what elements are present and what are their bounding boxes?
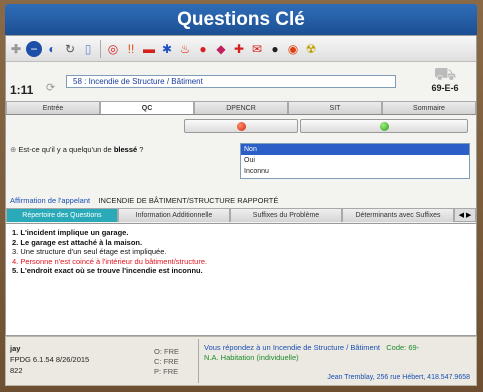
key-question: ⊕ Est-ce qu'il y a quelqu'un de blessé ? (10, 145, 143, 154)
status-divider (198, 339, 199, 383)
operator-number: 822 (10, 366, 23, 375)
previous-question-button[interactable] (184, 119, 298, 133)
frequency-line: C: FRE (154, 357, 179, 366)
exclamation-icon[interactable]: !! (123, 41, 139, 57)
add-icon[interactable]: ✚ (8, 41, 24, 57)
tab-additional-information[interactable]: Information Additionnelle (118, 208, 230, 222)
frequency-line: O: FRE (154, 347, 180, 356)
page-title: Questions Clé (5, 4, 477, 35)
target-icon[interactable]: ◎ (105, 41, 121, 57)
hazmat-icon[interactable]: ◆ (213, 41, 229, 57)
fire-icon[interactable]: ◉ (285, 41, 301, 57)
red-circle-icon (236, 121, 246, 131)
operator-info: jay FPDG 6.1.54 8/26/2015 822 (10, 343, 89, 376)
software-version: FPDG 6.1.54 8/26/2015 (10, 355, 90, 364)
globe-icon[interactable]: ◐ (44, 41, 60, 57)
toolbar: ✚ − ◐ ↻ ▯ ◎ !! ▬ ✱ ♨ ● ◆ ✚ ✉ ● ◉ ☢ (6, 36, 476, 62)
tab-qc[interactable]: QC (100, 101, 194, 114)
question-area: ⊕ Est-ce qu'il y a quelqu'un de blessé ?… (6, 137, 476, 185)
list-item: 5. L'endroit exact où se trouve l'incend… (12, 266, 203, 275)
tab-sit[interactable]: SIT (288, 101, 382, 114)
determinant-box: ⛟ 69-E-6 (420, 65, 470, 97)
question-prefix: Est-ce qu'il y a quelqu'un de (18, 145, 114, 154)
protocol-window: ✚ − ◐ ↻ ▯ ◎ !! ▬ ✱ ♨ ● ◆ ✚ ✉ ● ◉ ☢ 1:11 … (5, 35, 477, 336)
answer-option[interactable]: Non (241, 144, 469, 155)
bomb-icon[interactable]: ● (267, 41, 283, 57)
caller-statement: Affirmation de l'appelant INCENDIE DE BÂ… (10, 196, 278, 205)
tab-problem-suffixes[interactable]: Suffixes du Problème (230, 208, 342, 222)
toolbar-divider (100, 39, 101, 58)
question-suffix: ? (137, 145, 144, 154)
status-bar: jay FPDG 6.1.54 8/26/2015 822 O: FRE C: … (5, 336, 477, 386)
message-case: Incendie de Structure / Bâtiment (272, 343, 380, 352)
bottle-icon[interactable]: ▯ (80, 41, 96, 57)
mail-icon[interactable]: ✉ (249, 41, 265, 57)
message-prefix: Vous répondez à un (204, 343, 273, 352)
determinant-code: 69-E-6 (431, 83, 459, 93)
operator-name: jay (10, 344, 21, 353)
call-timer: 1:11 (10, 83, 34, 97)
answer-option[interactable]: Oui (241, 155, 469, 166)
main-tabs: Entrée QC DPENCR SIT Sommaire (6, 101, 476, 115)
list-item: 3. Une structure d'un seul étage est imp… (12, 247, 167, 256)
medical-icon[interactable]: ✚ (231, 41, 247, 57)
tab-question-directory[interactable]: Répertoire des Questions (6, 208, 118, 222)
flame-icon[interactable]: ♨ (177, 41, 193, 57)
list-item: 4. Personne n'est coincé à l'intérieur d… (12, 256, 208, 266)
tab-scroll-arrows[interactable]: ◀ ▶ (454, 208, 476, 222)
tab-determinants-suffixes[interactable]: Déterminants avec Suffixes (342, 208, 454, 222)
frequency-line: P: FRE (154, 367, 179, 376)
reset-timer-icon[interactable]: ⟳ (46, 81, 55, 94)
list-item: 1. L'incident implique un garage. (12, 228, 129, 237)
next-question-button[interactable] (300, 119, 468, 133)
response-vehicle-icon: ⛟ (433, 64, 457, 84)
response-message: Vous répondez à un Incendie de Structure… (204, 343, 472, 363)
message-line2: N.A. Habitation (individuelle) (204, 353, 299, 362)
remove-icon[interactable]: − (26, 40, 42, 57)
drop-icon[interactable]: ● (195, 41, 211, 57)
question-bullet: ⊕ (10, 145, 17, 154)
refresh-icon[interactable]: ↻ (62, 41, 78, 57)
case-info-row: 1:11 ⟳ 58 : Incendie de Structure / Bâti… (6, 63, 476, 99)
person-icon[interactable]: ✱ (159, 41, 175, 57)
message-code: Code: 69- (386, 343, 420, 352)
answer-list[interactable]: Non Oui Inconnu (240, 143, 470, 179)
findings-list: 1. L'incident implique un garage. 2. Le … (6, 223, 476, 335)
answer-option[interactable]: Inconnu (241, 166, 469, 177)
sub-tabs: Répertoire des Questions Information Add… (6, 208, 476, 222)
vehicle-icon[interactable]: ▬ (141, 41, 157, 57)
question-nav (6, 116, 476, 136)
tab-sommaire[interactable]: Sommaire (382, 101, 476, 114)
case-name-field[interactable]: 58 : Incendie de Structure / Bâtiment (66, 75, 396, 88)
caller-address: Jean Tremblay, 256 rue Hébert, 418.547.9… (327, 374, 470, 381)
tab-entree[interactable]: Entrée (6, 101, 100, 114)
radiation-icon[interactable]: ☢ (303, 41, 319, 57)
green-circle-icon (379, 121, 389, 131)
list-item: 2. Le garage est attaché à la maison. (12, 237, 143, 247)
caller-statement-value: INCENDIE DE BÂTIMENT/STRUCTURE RAPPORTÉ (98, 196, 279, 205)
question-emphasis: blessé (113, 145, 138, 154)
frequency-list: O: FRE C: FRE P: FRE (154, 347, 179, 377)
caller-statement-label: Affirmation de l'appelant (10, 196, 91, 205)
tab-dpencr[interactable]: DPENCR (194, 101, 288, 114)
